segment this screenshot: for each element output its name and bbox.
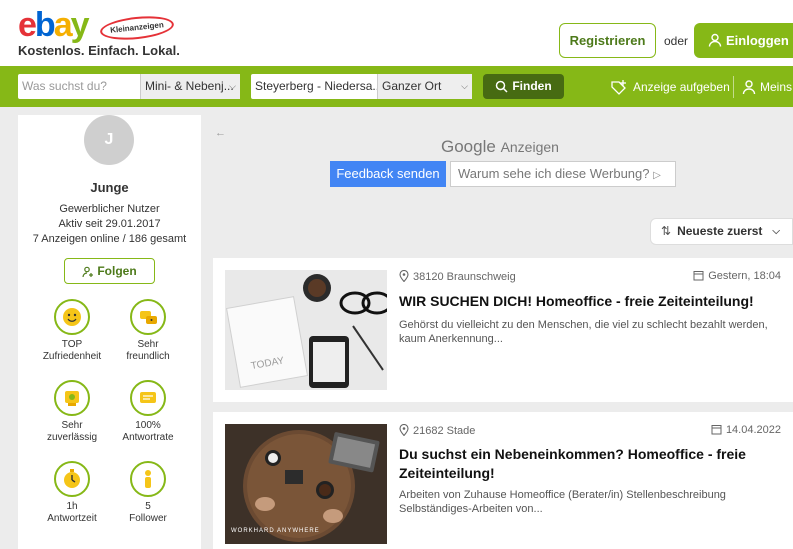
smiley-icon bbox=[54, 299, 90, 335]
category-value: Mini- & Nebenj... bbox=[145, 79, 234, 93]
badge-followers: 5 Follower bbox=[108, 461, 188, 525]
sort-dropdown[interactable]: ⇅ Neueste zuerst ⌵ bbox=[650, 218, 793, 245]
why-ad-label: Warum sehe ich diese Werbung? bbox=[458, 166, 650, 181]
sort-label: Neueste zuerst bbox=[677, 224, 763, 238]
chevron-down-icon: ⌵ bbox=[229, 81, 236, 91]
person-icon bbox=[130, 461, 166, 497]
feedback-button[interactable]: Feedback senden bbox=[330, 161, 446, 187]
avatar: J bbox=[84, 115, 134, 165]
listing-description: Arbeiten von Zuhause Homeoffice (Berater… bbox=[399, 489, 726, 515]
badge-line2: zuverlässig bbox=[46, 432, 98, 443]
login-label: Einloggen bbox=[726, 33, 789, 48]
radius-value: Ganzer Ort bbox=[382, 79, 442, 93]
back-arrow-icon[interactable]: ← bbox=[215, 127, 226, 139]
search-button[interactable]: Finden bbox=[483, 74, 564, 99]
listing-location: 38120 Braunschweig bbox=[399, 269, 516, 283]
badge-line2: Zufriedenheit bbox=[42, 351, 102, 362]
listing-card[interactable]: TODAY 38120 Braunschweig Gestern, 18:04 … bbox=[213, 258, 793, 402]
category-select[interactable]: Mini- & Nebenj... ⌵ bbox=[140, 74, 240, 99]
register-button[interactable]: Registrieren bbox=[559, 23, 656, 58]
listing-location-text: 38120 Braunschweig bbox=[413, 271, 516, 283]
badge-friendly: Sehr freundlich bbox=[108, 299, 188, 363]
follow-button[interactable]: Folgen bbox=[64, 258, 155, 284]
follow-icon bbox=[82, 266, 94, 278]
divider bbox=[733, 76, 734, 98]
listing-location: 21682 Stade bbox=[399, 423, 476, 437]
location-pin-icon bbox=[399, 423, 409, 437]
profile-sidebar: J Junge Gewerblicher Nutzer Aktiv seit 2… bbox=[18, 115, 201, 549]
chat-smiley-icon bbox=[130, 299, 166, 335]
post-ad-label: Anzeige aufgeben bbox=[633, 80, 730, 94]
badge-line2: Follower bbox=[129, 513, 167, 524]
badge-line1: Sehr bbox=[137, 339, 159, 350]
listing-image[interactable]: TODAY bbox=[225, 270, 387, 390]
user-icon bbox=[708, 25, 722, 47]
logo-letter-b: b bbox=[34, 6, 56, 44]
listing-image[interactable]: WORKHARD ANYWHERE bbox=[225, 424, 387, 544]
search-button-label: Finden bbox=[512, 79, 552, 93]
search-input[interactable]: Was suchst du? bbox=[18, 74, 140, 99]
logo-letter-e: e bbox=[18, 6, 37, 44]
chevron-down-icon: ⌵ bbox=[772, 226, 780, 237]
badge-line1: 1h bbox=[66, 501, 78, 512]
location-input[interactable]: Steyerberg - Niedersa... bbox=[251, 74, 377, 99]
listing-date: Gestern, 18:04 bbox=[693, 270, 781, 282]
login-button[interactable]: Einloggen bbox=[694, 23, 793, 58]
location-pin-icon bbox=[399, 269, 409, 283]
listing-title[interactable]: WIR SUCHEN DICH! Homeoffice - freie Zeit… bbox=[399, 292, 783, 311]
listing-description: Gehörst du vielleicht zu den Menschen, d… bbox=[399, 319, 768, 345]
message-icon bbox=[130, 380, 166, 416]
radius-select[interactable]: Ganzer Ort ⌵ bbox=[377, 74, 472, 99]
listing-card[interactable]: WORKHARD ANYWHERE 21682 Stade 14.04.2022… bbox=[213, 412, 793, 549]
calendar-icon bbox=[711, 425, 722, 435]
listing-date-text: Gestern, 18:04 bbox=[708, 270, 781, 282]
or-label: oder bbox=[664, 34, 689, 48]
tagline: Kostenlos. Einfach. Lokal. bbox=[18, 43, 180, 58]
play-icon: ▷ bbox=[653, 170, 661, 181]
profile-ads-count: 7 Anzeigen online / 186 gesamt bbox=[32, 233, 187, 245]
anzeigen-label: Anzeigen bbox=[500, 139, 559, 155]
calendar-icon bbox=[693, 271, 704, 281]
listing-date: 14.04.2022 bbox=[711, 424, 781, 436]
badge-line2: Antwortzeit bbox=[47, 513, 97, 524]
badge-response-rate: 100% Antwortrate bbox=[108, 380, 188, 444]
logo-letter-y: y bbox=[70, 6, 90, 44]
sort-icon: ⇅ bbox=[661, 224, 672, 238]
profile-name[interactable]: Junge bbox=[18, 180, 201, 195]
search-icon bbox=[496, 80, 508, 93]
kleinanzeigen-badge: Kleinanzeigen bbox=[99, 13, 175, 43]
google-ads-logo: Google Anzeigen bbox=[441, 137, 559, 157]
badge-response-time: 1h Antwortzeit bbox=[32, 461, 112, 525]
search-bar: Was suchst du? Mini- & Nebenj... ⌵ Steye… bbox=[0, 66, 793, 107]
chevron-down-icon: ⌵ bbox=[461, 81, 468, 91]
listing-location-text: 21682 Stade bbox=[413, 425, 476, 437]
user-icon bbox=[742, 80, 756, 95]
why-ad-button[interactable]: Warum sehe ich diese Werbung? ▷ bbox=[450, 161, 676, 187]
badge-line1: Sehr bbox=[61, 420, 83, 431]
post-ad-button[interactable]: Anzeige aufgeben bbox=[610, 79, 730, 95]
follow-label: Folgen bbox=[97, 264, 137, 278]
post-ad-icon bbox=[611, 80, 626, 95]
listing-date-text: 14.04.2022 bbox=[725, 424, 781, 436]
badge-line1: 5 bbox=[145, 501, 151, 512]
mine-label: Meins bbox=[760, 80, 793, 94]
mine-menu[interactable]: Meins bbox=[742, 79, 792, 95]
listing-title[interactable]: Du suchst ein Nebeneinkommen? Homeoffice… bbox=[399, 445, 783, 483]
header: ebay Kleinanzeigen Kostenlos. Einfach. L… bbox=[0, 0, 793, 66]
profile-type: Gewerblicher Nutzer bbox=[59, 203, 160, 215]
ebay-logo[interactable]: ebay bbox=[18, 6, 98, 44]
badge-line1: TOP bbox=[61, 339, 83, 350]
thumb-text: WORKHARD ANYWHERE bbox=[231, 528, 320, 534]
google-label: Google bbox=[441, 137, 496, 156]
stopwatch-icon bbox=[54, 461, 90, 497]
badge-line2: freundlich bbox=[126, 351, 170, 362]
badge-reliable: Sehr zuverlässig bbox=[32, 380, 112, 444]
profile-active-since: Aktiv seit 29.01.2017 bbox=[58, 218, 161, 230]
badge-line1: 100% bbox=[135, 420, 161, 431]
badge-line2: Antwortrate bbox=[122, 432, 174, 443]
logo-letter-a: a bbox=[53, 6, 73, 44]
reliable-icon bbox=[54, 380, 90, 416]
badge-satisfaction: TOP Zufriedenheit bbox=[32, 299, 112, 363]
